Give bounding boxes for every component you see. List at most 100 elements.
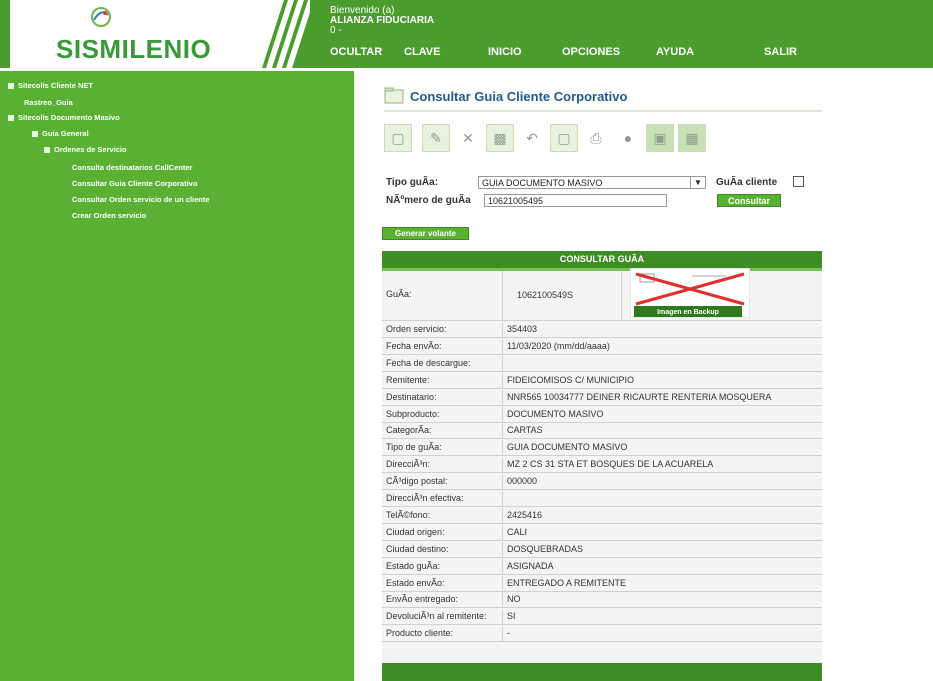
nav-salir[interactable]: SALIR <box>764 46 797 58</box>
row-value: FIDEICOMISOS C/ MUNICIPIO <box>502 372 820 388</box>
sidebar-item-consulta-destinatarios[interactable]: Consulta destinatarios CallCenter <box>72 163 192 172</box>
logo-text: SISMILENIO <box>56 34 212 64</box>
tree-node-icon <box>8 83 14 90</box>
row-value: SI <box>502 609 820 625</box>
row-value: ENTREGADO A REMITENTE <box>502 575 820 591</box>
tree-node-icon <box>32 131 38 138</box>
guia-image[interactable]: Imagen en Backup <box>630 268 750 318</box>
guia-row: GuÃ­a: 1062100549S <box>382 271 822 321</box>
table-footer <box>382 663 822 681</box>
table-header: CONSULTAR GUÃA <box>382 251 822 271</box>
row-label: CÃ³digo postal: <box>386 476 448 487</box>
table-row: Ciudad origen: CALI <box>382 524 822 541</box>
row-value <box>502 355 820 371</box>
new-icon[interactable]: ▢ <box>384 124 412 152</box>
table-row: DirecciÃ³n: MZ 2 CS 31 STA ET BOSQUES DE … <box>382 457 822 474</box>
export-icon[interactable]: ▦ <box>678 124 706 152</box>
row-value <box>502 491 820 506</box>
nav-clave[interactable]: CLAVE <box>404 46 440 58</box>
save-icon[interactable]: ▩ <box>486 124 514 152</box>
tipo-guia-label: Tipo guÃ­a: <box>386 177 439 188</box>
welcome-user: ALIANZA FIDUCIARIA <box>330 15 435 26</box>
row-label: EnvÃ­o entregado: <box>386 594 459 605</box>
tipo-guia-select[interactable]: GUIA DOCUMENTO MASIVO ▼ <box>478 176 706 189</box>
logo-icon <box>91 7 111 27</box>
sidebar-item-crear-orden[interactable]: Crear Orden servicio <box>72 211 146 220</box>
row-label: Remitente: <box>386 374 430 385</box>
row-label: TelÃ©fono: <box>386 509 431 520</box>
row-label: Destinatario: <box>386 391 437 402</box>
numero-guia-label: NÃºmero de guÃ­a <box>386 195 471 206</box>
nav-opciones[interactable]: OPCIONES <box>562 46 620 58</box>
guia-label: GuÃ­a: <box>386 289 412 299</box>
row-value: CALI <box>502 524 820 540</box>
nav-ayuda[interactable]: AYUDA <box>656 46 694 58</box>
row-value: DOCUMENTO MASIVO <box>502 406 820 422</box>
logo: SISMILENIO <box>10 0 332 68</box>
undo-icon[interactable]: ↶ <box>518 124 546 152</box>
table-row: EnvÃ­o entregado: NO <box>382 592 822 609</box>
table-row: Ciudad destino: DOSQUEBRADAS <box>382 541 822 558</box>
sidebar-item-consultar-orden[interactable]: Consultar Orden servicio de un cliente <box>72 195 210 204</box>
row-value: - <box>502 626 820 642</box>
table-row: Remitente: FIDEICOMISOS C/ MUNICIPIO <box>382 372 822 389</box>
table-row: Subproducto: DOCUMENTO MASIVO <box>382 406 822 423</box>
attach-icon[interactable]: ● <box>614 124 642 152</box>
row-value: 2425416 <box>502 507 820 523</box>
app-header: SISMILENIO Bienvenido (a) ALIANZA FIDUCI… <box>0 0 933 68</box>
delete-icon[interactable]: ✕ <box>454 124 482 152</box>
folder-icon <box>384 87 404 104</box>
sidebar-item-rastreo-guia[interactable]: Rastreo_Guia <box>24 98 73 107</box>
row-value: MZ 2 CS 31 STA ET BOSQUES DE LA ACUARELA <box>502 457 820 473</box>
table-row: Fecha envÃ­o: 11/03/2020 (mm/dd/aaaa) <box>382 338 822 355</box>
nav-ocultar[interactable]: OCULTAR <box>330 46 382 58</box>
guia-cliente-label: GuÃ­a cliente <box>716 177 778 188</box>
row-value: CARTAS <box>502 423 820 439</box>
edit-icon[interactable]: ✎ <box>422 124 450 152</box>
table-row: Estado guÃ­a: ASIGNADA <box>382 558 822 575</box>
consultar-button[interactable]: Consultar <box>717 194 781 207</box>
row-value: NO <box>502 592 820 608</box>
table-row: Fecha de descargue: <box>382 355 822 372</box>
row-label: Subproducto: <box>386 408 440 419</box>
row-label: Fecha envÃ­o: <box>386 340 442 351</box>
row-value: 11/03/2020 (mm/dd/aaaa) <box>502 338 820 354</box>
sidebar-item-documento-masivo[interactable]: Sitecolis Documento Masivo <box>8 113 120 122</box>
table-row: TelÃ©fono: 2425416 <box>382 507 822 524</box>
logo-stripes <box>262 0 332 68</box>
row-value: DOSQUEBRADAS <box>502 541 820 557</box>
row-label: Estado envÃ­o: <box>386 577 445 588</box>
sidebar-item-consultar-guia[interactable]: Consultar Guia Cliente Corporativo <box>72 179 197 188</box>
numero-guia-input[interactable]: 10621005495 <box>484 194 667 207</box>
row-label: Estado guÃ­a: <box>386 560 441 571</box>
row-label: DirecciÃ³n efectiva: <box>386 493 464 503</box>
row-value: NNR565 10034777 DEINER RICAURTE RENTERIA… <box>502 389 820 405</box>
image-caption: Imagen en Backup <box>657 309 719 316</box>
table-row: Destinatario: NNR565 10034777 DEINER RICA… <box>382 389 822 406</box>
table-row: DevoluciÃ³n al remitente: SI <box>382 609 822 626</box>
guia-details-table: CONSULTAR GUÃA GuÃ­a: 1062100549S Orden … <box>382 251 822 681</box>
sidebar-item-sitecolis-net[interactable]: Sitecolis Cliente NET <box>8 81 93 90</box>
table-row: CategorÃ­a: CARTAS <box>382 423 822 440</box>
sidebar: Sitecolis Cliente NET Rastreo_Guia Sitec… <box>0 71 354 681</box>
toolbar: ▢ ✎ ✕ ▩ ↶ ▢ ⎙ ● ▣ ▦ <box>384 124 764 154</box>
row-value: ASIGNADA <box>502 558 820 574</box>
chevron-down-icon: ▼ <box>690 177 705 188</box>
guia-value: 1062100549S <box>502 271 622 320</box>
nav-inicio[interactable]: INICIO <box>488 46 522 58</box>
sidebar-item-ordenes-servicio[interactable]: Ordenes de Servicio <box>44 145 127 154</box>
page-title: Consultar Guia Cliente Corporativo <box>410 89 628 104</box>
row-value: 000000 <box>502 474 820 490</box>
print-icon[interactable]: ⎙ <box>582 124 610 152</box>
sidebar-item-guia-general[interactable]: Guia General <box>32 129 89 138</box>
row-label: Producto cliente: <box>386 628 454 639</box>
table-row: DirecciÃ³n efectiva: <box>382 491 822 507</box>
generar-volante-button[interactable]: Generar volante <box>382 227 469 240</box>
table-row: Tipo de guÃ­a: GUIA DOCUMENTO MASIVO <box>382 440 822 457</box>
guia-cliente-checkbox[interactable] <box>793 176 804 187</box>
table-row: Producto cliente: - <box>382 626 822 643</box>
screen-icon[interactable]: ▣ <box>646 124 674 152</box>
page-title-bar: Consultar Guia Cliente Corporativo <box>384 84 822 112</box>
preview-icon[interactable]: ▢ <box>550 124 578 152</box>
row-label: DirecciÃ³n: <box>386 459 431 470</box>
